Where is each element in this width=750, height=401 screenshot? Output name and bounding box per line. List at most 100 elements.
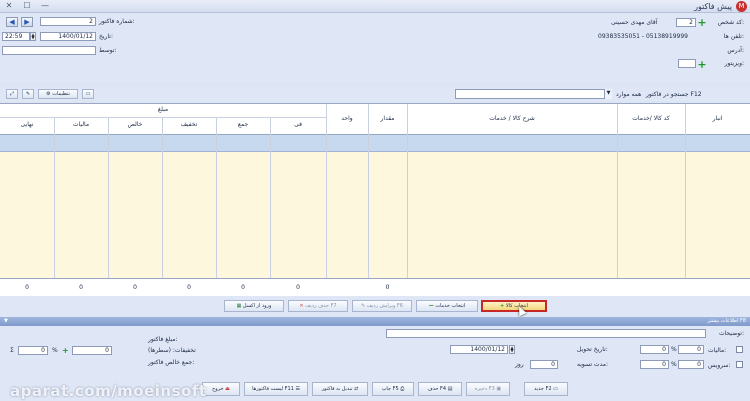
more-info-bar[interactable]: F8 اطلاعات بیشتر ▼: [0, 317, 750, 326]
col-final[interactable]: نهایی: [0, 121, 54, 128]
invoice-list-button[interactable]: لیست فاکتورها F11 ☰: [244, 382, 308, 396]
expand-icon[interactable]: ⤢: [6, 89, 18, 99]
grid-divider: [108, 117, 109, 296]
save-button[interactable]: ذخیره F3 ▣: [466, 382, 510, 396]
total-final: 0: [25, 284, 29, 291]
date-input[interactable]: 1400/01/12: [40, 32, 96, 41]
col-fee[interactable]: فی: [270, 121, 326, 128]
notes-input[interactable]: [386, 329, 706, 338]
search-input[interactable]: [455, 89, 612, 99]
net-total-label: جمع خالص فاکتور:: [148, 359, 195, 366]
excel-import-button[interactable]: ▦ ورود از اکسل: [224, 300, 284, 312]
convert-icon: ⇄: [354, 386, 359, 392]
total-net: 0: [133, 284, 137, 291]
delete-button[interactable]: حذف F4 ▤: [418, 382, 462, 396]
customer-code-input[interactable]: 2: [676, 18, 696, 27]
minimize-icon[interactable]: —: [40, 1, 50, 10]
list-icon: ☰: [295, 386, 300, 392]
prev-invoice-arrow-icon[interactable]: ◀: [6, 17, 18, 27]
settings-button[interactable]: ⚙ تنظیمات: [38, 89, 78, 99]
delete-x-icon: ✕: [299, 303, 304, 309]
col-warehouse[interactable]: انبار: [685, 115, 750, 122]
grid-divider: [162, 117, 163, 296]
service-pct-input[interactable]: 0: [678, 360, 704, 369]
col-tax[interactable]: مالیات: [54, 121, 108, 128]
col-desc[interactable]: شرح کالا / خدمات: [407, 115, 617, 122]
convert-button[interactable]: تبدیل به فاکتور ⇄: [312, 382, 368, 396]
items-grid[interactable]: انبار کد کالا /خدمات شرح کالا / خدمات مق…: [0, 103, 750, 296]
save-icon: ▣: [496, 386, 502, 392]
total-qty: 0: [385, 284, 390, 291]
discount-pct-input[interactable]: 0: [18, 346, 48, 355]
delivery-date-spinner[interactable]: ▲ ▼: [509, 345, 515, 354]
title-bar: M پیش فاکتور ✕ ☐ —: [0, 0, 750, 13]
phone-value: 09383535051 - 05138919999: [598, 33, 688, 40]
col-amount-group: مبلغ: [157, 106, 169, 113]
add-visitor-plus-icon[interactable]: +: [697, 59, 707, 70]
excel-import-label: ورود از اکسل: [242, 303, 272, 309]
delete-row-label: حذف ردیف F7: [305, 303, 337, 309]
service-amount-input[interactable]: 0: [640, 360, 669, 369]
discount-amount-input[interactable]: 0: [72, 346, 112, 355]
col-code[interactable]: کد کالا /خدمات: [617, 115, 685, 122]
col-unit[interactable]: واحد: [326, 115, 368, 122]
total-discount: 0: [187, 284, 191, 291]
chevron-down-icon[interactable]: ▼: [604, 89, 612, 99]
tax-pct-input[interactable]: 0: [678, 345, 704, 354]
col-discount[interactable]: تخفیف: [162, 121, 216, 128]
palette-icon[interactable]: ✎: [22, 89, 34, 99]
settle-label: مدت تسویه:: [577, 361, 608, 368]
col-sum[interactable]: جمع: [216, 121, 270, 128]
select-services-label: انتخاب خدمات: [435, 303, 466, 309]
select-goods-button[interactable]: + انتخاب کالا: [481, 300, 547, 312]
add-customer-plus-icon[interactable]: +: [697, 17, 707, 28]
time-spinner[interactable]: ▲ ▼: [30, 32, 36, 41]
collapse-arrow-icon[interactable]: ▼: [4, 318, 8, 324]
delete-label: حذف F4: [427, 386, 447, 392]
excel-icon: ▦: [236, 303, 242, 309]
grid-divider: [270, 117, 271, 296]
plus-icon: +: [500, 303, 505, 309]
by-input[interactable]: [2, 46, 96, 55]
discount-add-plus-icon[interactable]: +: [62, 346, 69, 355]
customer-code-label: کد شخص:: [717, 19, 744, 26]
maximize-icon[interactable]: ☐: [22, 1, 32, 10]
next-invoice-arrow-icon[interactable]: ▶: [21, 17, 33, 27]
col-net[interactable]: خالص: [108, 121, 162, 128]
tax-amount-input[interactable]: 0: [640, 345, 669, 354]
exit-button[interactable]: خروج ⏏: [202, 382, 240, 396]
more-info-label: F8 اطلاعات بیشتر: [707, 318, 746, 324]
close-icon[interactable]: ✕: [4, 1, 14, 10]
service-pct-sign: %: [671, 361, 677, 368]
delete-row-button[interactable]: ✕ حذف ردیف F7: [288, 300, 348, 312]
trash-icon: ▤: [447, 386, 453, 392]
print-label: چاپ F5: [381, 386, 399, 392]
search-scope[interactable]: همه موارد: [616, 91, 641, 98]
select-services-button[interactable]: — انتخاب خدمات: [416, 300, 478, 312]
service-checkbox[interactable]: [736, 361, 743, 368]
invoice-number-input[interactable]: 2: [40, 17, 96, 26]
edit-row-button[interactable]: ✎ ویرایش ردیف F6: [352, 300, 412, 312]
gear-icon: ⚙: [46, 91, 51, 97]
settle-input[interactable]: 0: [530, 360, 558, 369]
window-title: پیش فاکتور: [694, 2, 732, 11]
save-label: ذخیره F3: [474, 386, 495, 392]
time-input[interactable]: 22:59: [2, 32, 30, 41]
tax-checkbox[interactable]: [736, 346, 743, 353]
sigma-icon[interactable]: Σ: [10, 347, 14, 354]
new-label: جدید F2: [534, 386, 552, 392]
exit-icon: ⏏: [225, 386, 230, 392]
grid-divider: [617, 104, 618, 296]
pencil-icon: ✎: [361, 303, 366, 309]
table-row[interactable]: [0, 135, 750, 152]
totals-row: 0 0 0 0 0 0 0: [0, 278, 750, 296]
col-qty[interactable]: مقدار: [368, 115, 407, 122]
settings-label: تنظیمات: [52, 91, 70, 97]
discount-pct-sign: %: [52, 347, 58, 354]
notes-icon[interactable]: ▭: [82, 89, 94, 99]
visitor-input[interactable]: [678, 59, 696, 68]
invoice-number-label: شماره فاکتور:: [99, 18, 135, 25]
new-button[interactable]: جدید F2 ▭: [524, 382, 568, 396]
print-button[interactable]: چاپ F5 ⎙: [372, 382, 414, 396]
delivery-date-input[interactable]: 1400/01/12: [450, 345, 508, 354]
